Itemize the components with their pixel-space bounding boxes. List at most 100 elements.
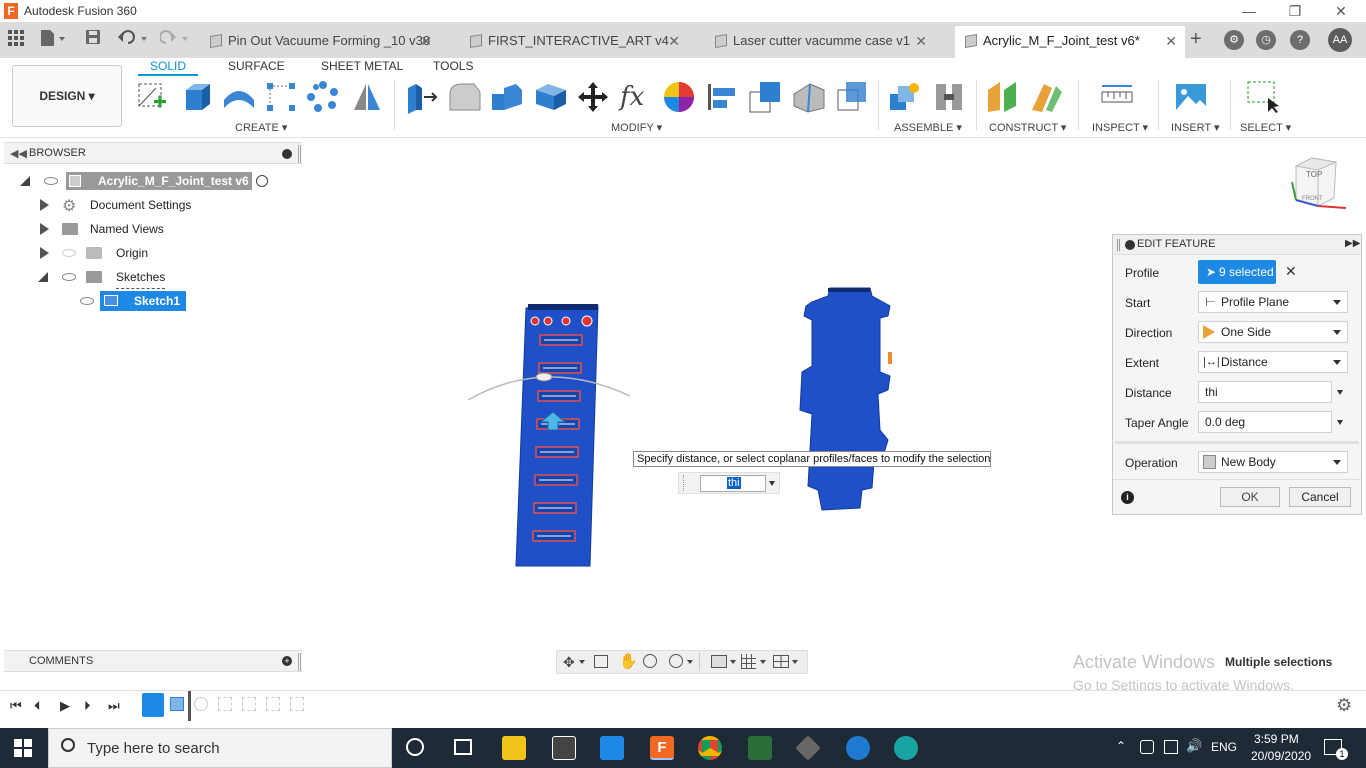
tab-close-icon[interactable]: ✕ xyxy=(668,26,680,56)
apps-grid-icon[interactable] xyxy=(8,30,24,50)
help-icon[interactable]: ? xyxy=(1290,30,1310,50)
scale-icon[interactable] xyxy=(748,80,782,114)
browser-item-document-settings[interactable]: ⚙ Document Settings xyxy=(38,194,218,216)
clear-selection-icon[interactable]: ✕ xyxy=(1285,263,1297,280)
chrome-icon[interactable] xyxy=(698,736,722,760)
show-hidden-icons-icon[interactable]: ⌃ xyxy=(1116,739,1126,753)
collapse-browser-icon[interactable]: ◀◀ xyxy=(10,147,27,160)
add-comment-icon[interactable]: + xyxy=(282,656,292,666)
drag-grip-icon[interactable] xyxy=(683,475,685,491)
wifi-icon[interactable] xyxy=(1164,740,1178,754)
store-icon[interactable] xyxy=(552,736,576,760)
browser-item-origin[interactable]: Origin xyxy=(38,242,218,264)
save-icon[interactable] xyxy=(86,30,100,48)
expand-triangle-icon[interactable] xyxy=(40,247,49,259)
viewports-icon[interactable] xyxy=(773,655,789,668)
distance-input[interactable]: thi xyxy=(1198,381,1332,403)
step-back-icon[interactable]: ⏴ xyxy=(34,698,41,714)
combine-icon[interactable] xyxy=(836,80,870,114)
parameters-fx-icon[interactable]: fx xyxy=(620,80,654,114)
tab-close-icon[interactable]: ✕ xyxy=(915,26,927,56)
select-window-icon[interactable] xyxy=(1246,80,1280,114)
dialog-collapse-icon[interactable] xyxy=(1125,240,1135,250)
tab-close-icon[interactable]: ✕ xyxy=(1165,26,1177,56)
distance-dropdown-caret-icon[interactable] xyxy=(1337,390,1343,395)
grid-dropdown-icon[interactable] xyxy=(760,660,766,664)
chamfer-icon[interactable] xyxy=(490,80,524,114)
step-forward-icon[interactable]: ⏵ xyxy=(84,698,91,714)
taper-dropdown-caret-icon[interactable] xyxy=(1337,420,1343,425)
hidden-eye-icon[interactable] xyxy=(62,249,76,257)
undo-icon[interactable] xyxy=(118,30,148,50)
activate-radio-icon[interactable] xyxy=(256,175,268,187)
clock-date[interactable]: 20/09/2020 xyxy=(1251,749,1311,763)
go-to-start-icon[interactable]: ⏮ xyxy=(10,698,22,714)
orbit-icon[interactable]: ✥ xyxy=(563,654,575,671)
revolve-icon[interactable] xyxy=(222,80,256,114)
look-at-icon[interactable] xyxy=(594,655,608,668)
restore-button[interactable]: ❐ xyxy=(1272,0,1318,22)
select-menu[interactable]: SELECT ▾ xyxy=(1240,121,1291,134)
tab-laser-cutter[interactable]: Laser cutter vacumme case v1 ✕ xyxy=(705,26,935,58)
dialog-grip-icon[interactable] xyxy=(1117,239,1120,251)
timeline-marker[interactable] xyxy=(188,691,191,721)
browser-options-icon[interactable] xyxy=(282,149,292,159)
modify-menu[interactable]: MODIFY ▾ xyxy=(611,121,662,134)
panel-resize-handle[interactable] xyxy=(298,145,301,163)
grid-icon[interactable] xyxy=(741,654,756,669)
timeline-feature-icon[interactable] xyxy=(242,697,256,711)
clock-time[interactable]: 3:59 PM xyxy=(1254,732,1299,746)
tab-acrylic-joint-test[interactable]: Acrylic_M_F_Joint_test v6* ✕ xyxy=(955,26,1185,58)
operation-select[interactable]: New Body xyxy=(1198,451,1348,473)
browser-item-sketches[interactable]: Sketches xyxy=(38,266,218,289)
mirror-icon[interactable] xyxy=(350,80,384,114)
dialog-header[interactable]: EDIT FEATURE ▶▶ xyxy=(1113,235,1361,255)
new-component-icon[interactable] xyxy=(888,80,922,114)
tab-tools[interactable]: TOOLS xyxy=(421,58,485,76)
zoom-dropdown-icon[interactable] xyxy=(687,660,693,664)
measure-icon[interactable] xyxy=(1100,80,1134,114)
viewcube[interactable]: TOP FRONT xyxy=(1288,154,1354,214)
fillet-icon[interactable] xyxy=(448,80,482,114)
fit-zoom-icon[interactable] xyxy=(669,654,683,668)
plane-at-angle-icon[interactable] xyxy=(1030,80,1064,114)
start-select[interactable]: ⊢ Profile Plane xyxy=(1198,291,1348,313)
file-menu-icon[interactable] xyxy=(40,30,66,50)
timeline-feature-icon[interactable] xyxy=(218,697,232,711)
cortana-icon[interactable] xyxy=(406,738,424,756)
mail-icon[interactable] xyxy=(600,736,624,760)
taskbar-search-box[interactable]: Type here to search xyxy=(48,728,392,768)
tab-first-interactive-art[interactable]: FIRST_INTERACTIVE_ART v4 ✕ xyxy=(460,26,688,58)
timeline-sketch-feature-icon[interactable] xyxy=(142,693,164,717)
ok-button[interactable]: OK xyxy=(1220,487,1280,507)
display-settings-icon[interactable] xyxy=(711,655,727,668)
expand-triangle-icon[interactable] xyxy=(40,199,49,211)
info-icon[interactable]: i xyxy=(1121,491,1134,504)
timeline-feature-icon[interactable] xyxy=(194,697,208,711)
visibility-eye-icon[interactable] xyxy=(80,297,94,305)
comments-bar[interactable]: COMMENTS + xyxy=(4,650,302,672)
collapse-triangle-icon[interactable] xyxy=(38,272,48,282)
browser-root-row[interactable]: Acrylic_M_F_Joint_test v6 xyxy=(18,170,278,192)
timeline-extrude-feature-icon[interactable] xyxy=(170,697,184,711)
user-avatar[interactable]: AA xyxy=(1328,28,1352,52)
press-pull-icon[interactable] xyxy=(404,80,438,114)
profile-selection-button[interactable]: ➤ 9 selected xyxy=(1198,260,1276,284)
inline-dropdown-caret-icon[interactable] xyxy=(769,481,775,486)
insert-menu[interactable]: INSERT ▾ xyxy=(1171,121,1220,134)
edge-icon[interactable] xyxy=(894,736,918,760)
extrude-icon[interactable] xyxy=(180,80,214,114)
go-to-end-icon[interactable]: ⏭ xyxy=(108,698,120,714)
circular-pattern-icon[interactable] xyxy=(306,80,340,114)
zoom-icon[interactable] xyxy=(643,654,657,668)
hole-pattern-icon[interactable] xyxy=(264,80,298,114)
inspect-menu[interactable]: INSPECT ▾ xyxy=(1092,121,1148,134)
expand-triangle-icon[interactable] xyxy=(40,223,49,235)
redo-icon[interactable] xyxy=(159,30,190,50)
viewports-dropdown-icon[interactable] xyxy=(792,660,798,664)
inline-distance-input[interactable]: thi xyxy=(700,475,766,492)
shell-icon[interactable] xyxy=(534,80,568,114)
assemble-menu[interactable]: ASSEMBLE ▾ xyxy=(894,121,962,134)
move-copy-icon[interactable] xyxy=(576,80,610,114)
volume-icon[interactable]: 🔊 xyxy=(1186,738,1202,754)
